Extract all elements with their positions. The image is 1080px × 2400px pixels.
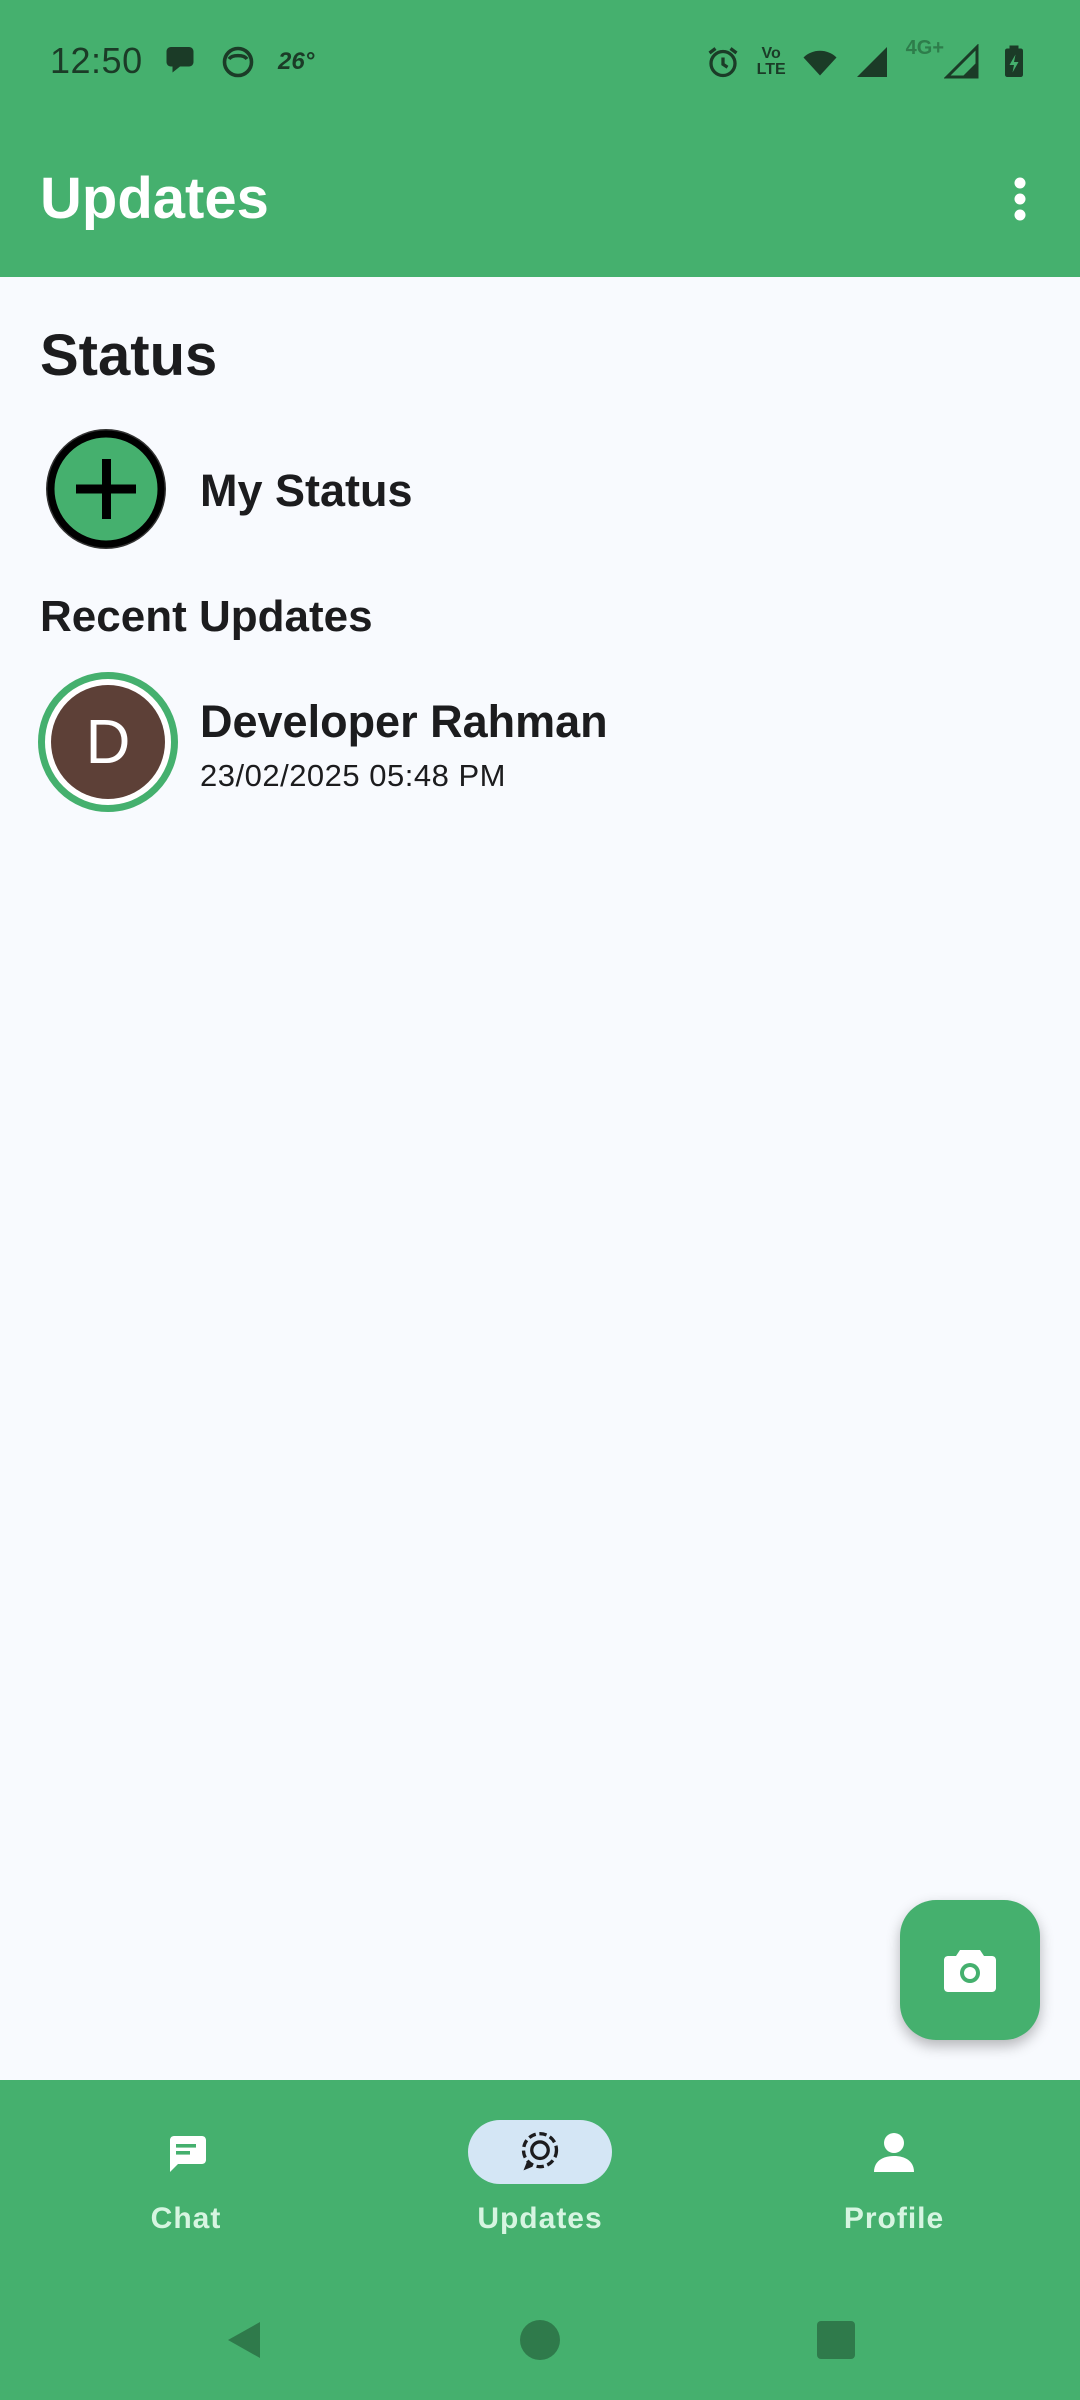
message-notification-icon — [166, 47, 194, 73]
nav-label-chat: Chat — [150, 2202, 222, 2235]
more-vert-icon — [1014, 177, 1026, 221]
nav-label-profile: Profile — [843, 2202, 945, 2235]
home-button[interactable] — [518, 2318, 562, 2362]
system-navigation-bar — [0, 2280, 1080, 2400]
avatar-ring: D — [38, 672, 178, 812]
more-options-button[interactable] — [988, 167, 1052, 231]
status-update-item[interactable]: D Developer Rahman 23/02/2025 05:48 PM — [38, 672, 1038, 817]
nav-item-profile[interactable]: Profile — [774, 2120, 1014, 2260]
my-status-row[interactable]: My Status — [40, 425, 1040, 555]
back-button[interactable] — [222, 2318, 266, 2362]
add-status-avatar — [46, 429, 166, 549]
temperature-text: 26° — [278, 48, 315, 75]
signal-icon — [856, 47, 887, 77]
app-notification-icon — [222, 46, 254, 78]
page-title: Updates — [40, 166, 269, 231]
nav-item-chat[interactable]: Chat — [66, 2120, 306, 2260]
status-bar: 12:50 26° Vo LTE 4G+ — [0, 0, 1080, 125]
update-timestamp: 23/02/2025 05:48 PM — [200, 758, 506, 793]
camera-fab-button[interactable] — [900, 1900, 1040, 2040]
profile-icon — [874, 2133, 914, 2172]
my-status-label: My Status — [200, 465, 413, 516]
volte-indicator: Vo LTE — [757, 46, 786, 78]
nav-item-updates[interactable]: Updates — [420, 2120, 660, 2260]
camera-icon — [944, 1950, 996, 1992]
avatar: D — [51, 685, 165, 799]
status-right-icons: Vo LTE 4G+ — [705, 37, 1032, 80]
nav-icon-container — [822, 2120, 966, 2184]
wifi-icon — [803, 50, 837, 76]
bottom-navigation: Chat Updates Profile — [0, 2080, 1080, 2280]
volte-bottom-text: LTE — [756, 61, 786, 78]
contact-name: Developer Rahman — [200, 696, 608, 747]
updates-icon — [521, 2132, 559, 2171]
recents-button[interactable] — [814, 2318, 858, 2362]
chat-icon — [170, 2136, 206, 2172]
recent-updates-title: Recent Updates — [40, 592, 373, 641]
volte-top-text: Vo — [761, 45, 781, 62]
nav-label-updates: Updates — [477, 2202, 603, 2235]
signal-secondary-icon — [944, 44, 979, 79]
nav-icon-container-active — [468, 2120, 612, 2184]
battery-icon — [1005, 45, 1023, 77]
add-circle-icon — [47, 430, 165, 548]
network-type-text: 4G+ — [905, 36, 944, 59]
status-time: 12:50 — [50, 40, 143, 81]
app-bar: Updates — [0, 125, 1080, 277]
status-left-icons: 26° — [162, 44, 314, 80]
nav-icon-container — [114, 2120, 258, 2184]
status-section-title: Status — [40, 323, 218, 388]
alarm-icon — [708, 47, 738, 78]
